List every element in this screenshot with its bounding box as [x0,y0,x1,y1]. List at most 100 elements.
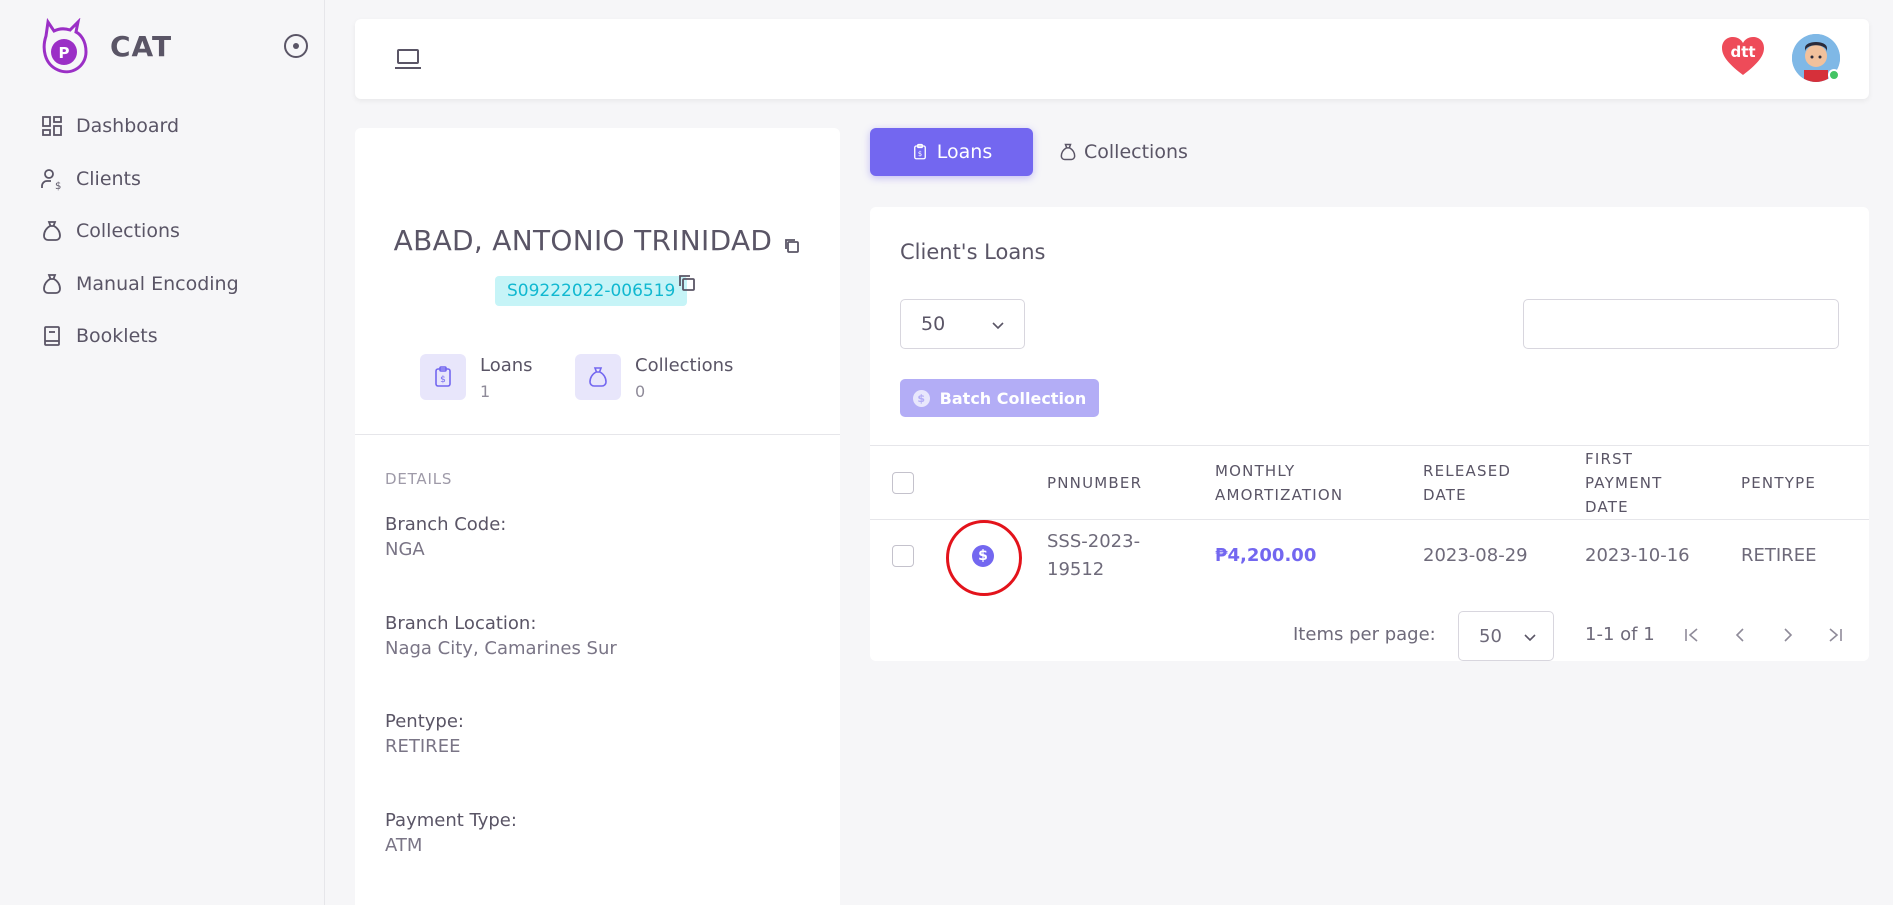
collapse-sidebar-icon[interactable] [284,34,308,58]
dollar-coin-icon: $ [912,389,930,407]
items-per-page-value: 50 [1479,625,1502,647]
detail-label: Branch Location: [385,613,537,634]
stat-loans-label: Loans [480,355,533,376]
table-header: PNNUMBER MONTHLY AMORTIZATION RELEASED D… [870,445,1869,520]
detail-branch-location: Branch Location: Naga City, Camarines Su… [385,613,617,659]
batch-collection-label: Batch Collection [939,388,1087,408]
search-input[interactable] [1523,299,1839,349]
page-size-value: 50 [921,313,946,335]
detail-pentype: Pentype: RETIREE [385,711,464,757]
column-pnnumber[interactable]: PNNUMBER [1047,471,1142,495]
laptop-icon[interactable] [395,48,421,70]
divider [355,434,840,435]
detail-branch-code: Branch Code: NGA [385,514,506,560]
svg-text:$: $ [55,181,61,191]
sidebar-item-manual-encoding[interactable]: Manual Encoding [40,258,239,311]
dashboard-icon [42,116,62,137]
stat-collections-label: Collections [635,355,734,376]
chevron-down-icon [1524,634,1536,642]
client-name: ABAD, ANTONIO TRINIDAD [393,224,773,257]
sidebar-item-label: Booklets [76,325,158,348]
dtt-logo-text: dtt [1730,43,1755,61]
client-loans-card: Client's Loans 50 $ Batch Collection PNN… [870,207,1869,661]
details-heading: DETAILS [385,470,453,488]
manual-encoding-bag-icon [43,273,61,294]
brand[interactable]: P CAT [36,18,171,76]
svg-text:$: $ [440,375,446,385]
column-pentype[interactable]: PENTYPE [1741,471,1816,495]
detail-value: ATM [385,835,423,856]
tab-collections[interactable]: Collections [1058,128,1188,176]
booklet-icon [44,326,60,347]
app-name: CAT [110,30,173,63]
detail-label: Branch Code: [385,514,507,535]
column-released-line-1: RELEASED [1423,462,1512,480]
select-all-checkbox[interactable] [892,472,914,494]
row-checkbox[interactable] [892,545,914,567]
collections-bag-icon [1060,143,1076,161]
tab-loans-label: Loans [936,141,993,163]
sidebar-item-dashboard[interactable]: Dashboard [40,100,239,153]
svg-text:$: $ [918,150,922,158]
column-first-line-2: PAYMENT [1585,474,1663,492]
collections-bag-icon [43,221,61,242]
detail-value: RETIREE [385,736,461,757]
cell-pentype: RETIREE [1741,545,1817,566]
cat-logo-icon: P [42,18,88,74]
cell-released-date: 2023-08-29 [1423,545,1528,566]
stat-loans-value: 1 [480,382,491,401]
top-header: dtt [355,19,1869,99]
detail-label: Pentype: [385,711,464,732]
items-per-page-select[interactable]: 50 [1458,611,1554,661]
first-page-icon[interactable] [1682,625,1702,645]
next-page-icon[interactable] [1778,625,1798,645]
copy-name-icon[interactable] [783,237,801,255]
pagination-range: 1-1 of 1 [1585,624,1655,645]
client-id-badge: S09222022-006519 [495,276,688,306]
tab-collections-label: Collections [1084,141,1188,163]
copy-id-icon[interactable] [677,273,697,293]
sidebar-item-collections[interactable]: Collections [40,205,239,258]
stat-collections-value: 0 [635,382,646,401]
detail-payment-type: Payment Type: ATM [385,810,517,856]
cell-pnnumber-line-1: SSS-2023- [1047,531,1141,552]
column-first-line-1: FIRST [1585,450,1634,468]
chevron-down-icon [992,322,1004,330]
loans-clipboard-icon: $ [913,143,926,160]
tab-loans[interactable]: $ Loans [870,128,1033,176]
loans-clipboard-icon: $ [420,354,466,400]
column-monthly-line-2: AMORTIZATION [1215,486,1344,504]
sidebar-nav: Dashboard $ Clients Collections Manual E… [40,100,239,363]
column-released-date[interactable]: RELEASED DATE [1423,459,1511,507]
svg-text:P: P [59,44,70,62]
sidebar-item-clients[interactable]: $ Clients [40,153,239,206]
detail-value: NGA [385,539,425,560]
batch-collection-button[interactable]: $ Batch Collection [900,379,1099,417]
column-monthly-amortization[interactable]: MONTHLY AMORTIZATION [1215,459,1343,507]
client-profile-card: ABAD, ANTONIO TRINIDAD S09222022-006519 … [355,128,840,905]
column-first-payment-date[interactable]: FIRST PAYMENT DATE [1585,447,1663,519]
sidebar-item-booklets[interactable]: Booklets [40,310,239,363]
cell-pnnumber: SSS-2023- 19512 [1047,528,1140,584]
column-first-line-3: DATE [1585,498,1629,516]
last-page-icon[interactable] [1825,625,1845,645]
cell-pnnumber-line-2: 19512 [1047,559,1105,580]
detail-label: Payment Type: [385,810,517,831]
sidebar-item-label: Dashboard [76,115,180,138]
cell-monthly-amortization: ₱4,200.00 [1215,545,1317,566]
collections-bag-icon [575,354,621,400]
clients-icon: $ [41,168,61,191]
previous-page-icon[interactable] [1730,625,1750,645]
column-monthly-line-1: MONTHLY [1215,462,1296,480]
column-released-line-2: DATE [1423,486,1467,504]
stat-loans: $ Loans 1 [420,354,533,401]
page-size-select[interactable]: 50 [900,299,1025,349]
stat-collections: Collections 0 [575,354,733,401]
table-row: $ SSS-2023- 19512 ₱4,200.00 2023-08-29 2… [870,520,1869,596]
card-title: Client's Loans [900,240,1046,264]
items-per-page-label: Items per page: [1293,624,1436,645]
cell-first-payment-date: 2023-10-16 [1585,545,1690,566]
sidebar: P CAT Dashboard $ Clients Collections Ma… [0,0,325,905]
detail-value: Naga City, Camarines Sur [385,638,617,659]
collect-payment-icon[interactable]: $ [972,545,994,567]
